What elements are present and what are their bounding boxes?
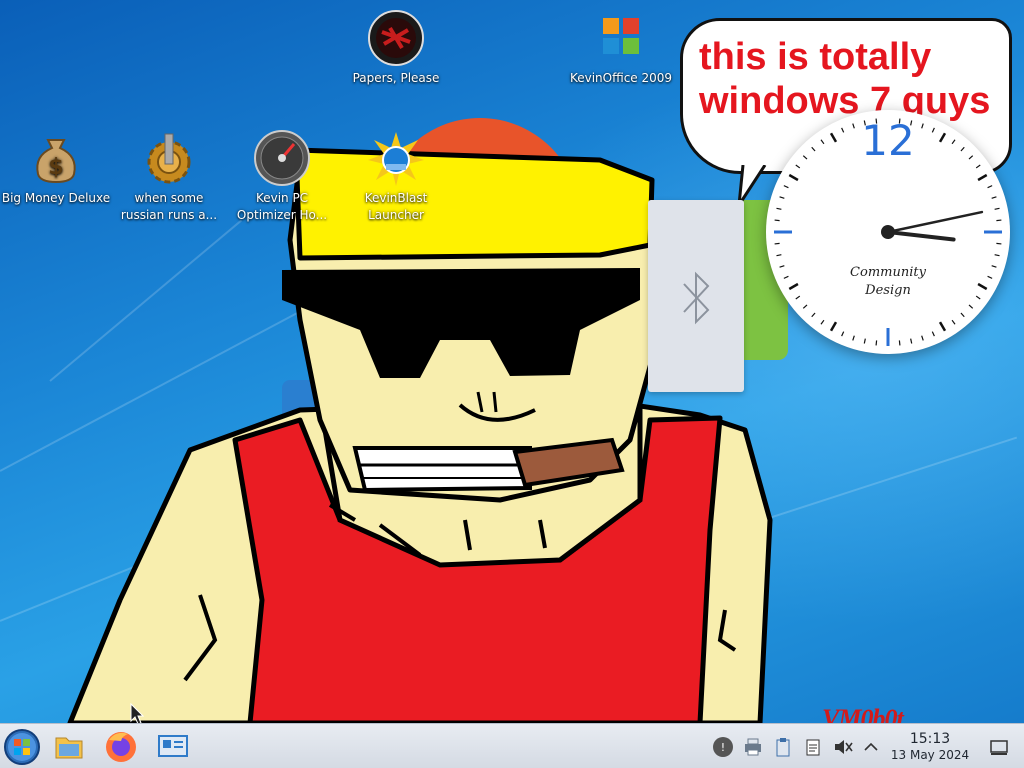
desktop-icon-label: KevinBlast Launcher: [364, 191, 428, 222]
clock-brand-line2: Design: [865, 283, 911, 298]
clock-tick: [898, 340, 901, 346]
clock-tick: [977, 173, 988, 182]
clock-tick: [841, 331, 845, 337]
desktop-icon-russian-runs[interactable]: when some russian runs a...: [114, 130, 224, 224]
clock-date: 13 May 2024: [890, 748, 970, 762]
bluetooth-icon: [683, 271, 710, 325]
taskbar-firefox[interactable]: [102, 728, 140, 766]
clock-tick: [776, 254, 782, 257]
clock-tick: [991, 196, 997, 199]
clock-tick: [968, 304, 974, 309]
desktop-icon-label: Papers, Please: [352, 71, 440, 85]
taskbar-file-manager[interactable]: [50, 728, 88, 766]
clock-tick: [776, 207, 782, 210]
clock-tick: [938, 321, 947, 332]
clock-tick: [960, 312, 965, 318]
clock-tick: [829, 321, 838, 332]
money-bag-icon: $: [28, 130, 84, 186]
printer-icon[interactable]: [742, 736, 764, 758]
clock-tick: [996, 242, 1002, 245]
gear-icon: [141, 130, 197, 186]
desktop[interactable]: Papers, Please KevinOffice 2009 $ Big Mo…: [0, 0, 1024, 768]
taskbar: ! 15:13 13 May 2024: [0, 723, 1024, 768]
firefox-icon: [106, 732, 136, 762]
clock-tick: [987, 185, 993, 189]
updates-icon[interactable]: !: [712, 736, 734, 758]
clock-tick: [875, 340, 878, 346]
start-orb-icon: [4, 729, 40, 765]
speedometer-icon: [254, 130, 310, 186]
clock-tick: [931, 331, 935, 337]
start-button[interactable]: [3, 728, 41, 766]
clock-tick: [994, 254, 1000, 257]
clock-tick: [951, 319, 956, 325]
clock-tick: [811, 312, 816, 318]
desktop-icon-kevinblast-launcher[interactable]: KevinBlast Launcher: [341, 130, 451, 224]
clock-center-pin: [881, 225, 895, 239]
system-settings-icon: [158, 735, 188, 757]
desktop-icon-kevin-pc-optimizer[interactable]: Kevin PC Optimizer Ho...: [227, 130, 337, 224]
analog-clock-widget[interactable]: 12 Community Design: [766, 110, 1010, 354]
desktop-icon-papers-please[interactable]: Papers, Please: [341, 10, 451, 87]
clock-tick: [802, 304, 808, 309]
desktop-icon-label: Kevin PC Optimizer Ho...: [236, 191, 328, 222]
clock-tick: [975, 164, 981, 169]
mouse-pointer-icon: [130, 703, 144, 725]
desktop-icon-label: KevinOffice 2009: [569, 71, 673, 85]
clock-tick: [795, 164, 801, 169]
file-manager-icon: [55, 737, 83, 759]
clock-tick: [788, 173, 799, 182]
clock-tick: [852, 335, 855, 341]
clock-time: 15:13: [909, 731, 951, 747]
show-hidden-icons-chevron[interactable]: [860, 736, 882, 758]
clipboard-icon[interactable]: [772, 736, 794, 758]
desktop-icon-kevinoffice-2009[interactable]: KevinOffice 2009: [566, 10, 676, 87]
show-desktop-icon[interactable]: [988, 736, 1010, 758]
svg-text:!: !: [721, 741, 725, 754]
clock-tick: [774, 242, 780, 245]
clock-tick: [820, 319, 825, 325]
desktop-icon-big-money-deluxe[interactable]: $ Big Money Deluxe: [1, 130, 111, 207]
clock-numeral-12: 12: [861, 116, 915, 165]
notes-icon[interactable]: [802, 736, 824, 758]
kevinblast-icon: [368, 130, 424, 186]
clock-tick: [774, 219, 780, 222]
clock-tick: [996, 219, 1002, 222]
clock-tick: [779, 196, 785, 199]
clock-minute-hand: [886, 210, 984, 234]
digital-clock[interactable]: 15:13 13 May 2024: [888, 731, 972, 763]
bluetooth-panel[interactable]: [648, 200, 744, 392]
taskbar-system-settings[interactable]: [154, 728, 192, 766]
desktop-icon-label: when some russian runs a...: [120, 191, 218, 222]
clock-tick: [994, 207, 1000, 210]
clock-tick: [863, 338, 866, 344]
papers-please-icon: [368, 10, 424, 66]
kevinoffice-icon: [593, 10, 649, 66]
clock-brand-line1: Community: [850, 265, 926, 280]
clock-tick: [910, 338, 913, 344]
clock-tick: [783, 185, 789, 189]
clock-hour-hand: [886, 230, 956, 242]
svg-text:$: $: [48, 155, 63, 180]
clock-tick: [921, 335, 924, 341]
volume-muted-icon[interactable]: [832, 736, 854, 758]
desktop-icon-label: Big Money Deluxe: [1, 191, 111, 205]
